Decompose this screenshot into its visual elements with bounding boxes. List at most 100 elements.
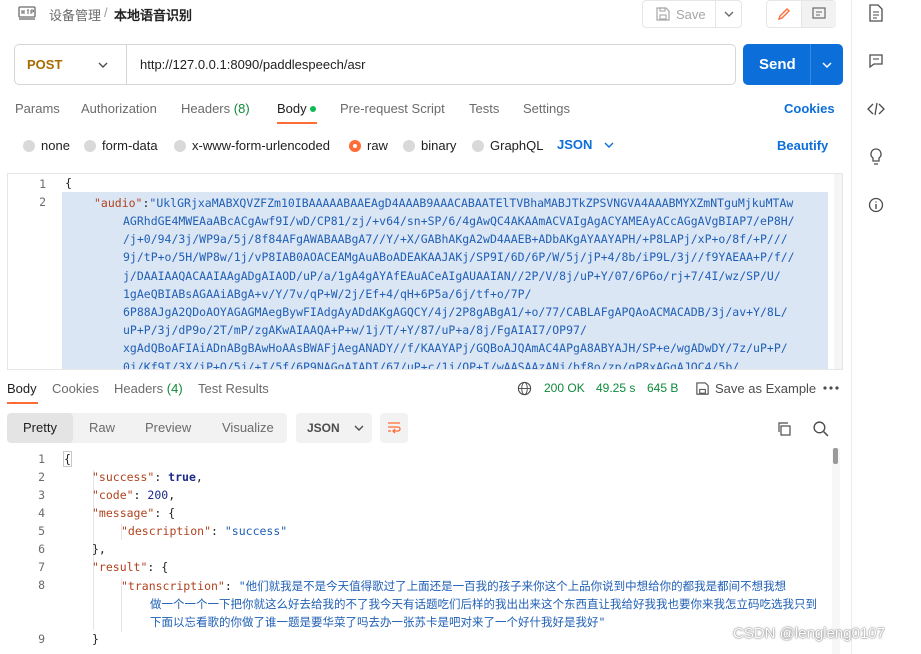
view-visualize[interactable]: Visualize (222, 420, 274, 435)
pencil-icon (777, 8, 790, 21)
globe-icon[interactable] (517, 381, 532, 396)
status-code[interactable]: 200 OK (544, 381, 585, 395)
json-line-close-message: }, (92, 542, 106, 556)
response-format-label: JSON (307, 421, 340, 435)
radio-raw[interactable]: raw (349, 138, 388, 153)
radio-dot (84, 139, 96, 152)
audio-value-line: 6P88AJgA2QDoAOYAGAGMAegBywFIAdgAyADdAKgA… (123, 305, 788, 320)
json-key: "description" (121, 524, 212, 538)
tab-settings[interactable]: Settings (523, 101, 570, 116)
tab-params[interactable]: Params (15, 101, 60, 116)
radio-graphql[interactable]: GraphQL (472, 138, 543, 153)
view-preview[interactable]: Preview (145, 420, 191, 435)
search-icon[interactable] (812, 420, 829, 437)
line-number: 1 (39, 177, 46, 191)
lightbulb-icon (870, 148, 882, 165)
radio-form-data[interactable]: form-data (84, 138, 158, 153)
json-key: "transcription" (121, 579, 225, 593)
radio-dot (472, 139, 484, 152)
http-request-icon (18, 6, 36, 20)
line-number: 5 (38, 524, 45, 538)
code-snippet-button[interactable] (867, 100, 885, 118)
response-format-select[interactable]: JSON (296, 413, 372, 443)
body-format-select[interactable]: JSON (557, 137, 615, 152)
response-scrollbar-track[interactable] (832, 448, 840, 654)
body-modified-indicator (310, 106, 316, 112)
audio-key: "audio" (94, 196, 143, 210)
radio-raw-label: raw (367, 138, 388, 153)
save-as-example-button[interactable]: Save as Example (715, 381, 816, 396)
active-tab-underline (7, 402, 38, 404)
tab-headers-label: Headers (181, 101, 231, 116)
response-scrollbar-thumb[interactable] (833, 448, 838, 464)
json-key: "code" (92, 488, 134, 502)
response-tab-test-results[interactable]: Test Results (198, 381, 269, 396)
copy-icon[interactable] (776, 421, 792, 437)
json-line-message: "message": { (92, 506, 176, 520)
response-size[interactable]: 645 B (647, 381, 678, 395)
save-split-divider (715, 1, 716, 27)
line-number: 1 (38, 452, 45, 466)
breadcrumb-current[interactable]: 本地语音识别 (114, 5, 192, 24)
breadcrumb-parent[interactable]: 设备管理 (49, 5, 101, 24)
response-body-viewer[interactable]: 1 2 3 4 5 6 7 8 9 { "success": true, "co… (7, 448, 843, 654)
json-value: "success" (224, 524, 288, 538)
editor-scrollbar[interactable] (834, 174, 842, 369)
json-key: "message" (92, 506, 155, 520)
radio-dot (349, 139, 361, 152)
line-number: 7 (38, 560, 45, 574)
more-options-icon[interactable] (823, 385, 839, 391)
info-button[interactable] (867, 196, 885, 214)
response-view-switcher: Pretty Raw Preview Visualize (7, 413, 287, 443)
comments-sidebar-button[interactable] (867, 52, 885, 70)
audio-value-line: j/DAAIAAQACAAIAAgADgAIAOD/uP/a/1gA4gAYAf… (123, 268, 781, 283)
audio-value-line: 1gAeQBIABsAGAAiABgA+v/Y/7v/qP+W/2j/Ef+4/… (123, 286, 532, 301)
view-pretty[interactable]: Pretty (23, 420, 57, 435)
response-tab-cookies[interactable]: Cookies (52, 381, 99, 396)
active-tab-underline (277, 122, 317, 124)
chevron-down-icon[interactable] (821, 59, 833, 71)
radio-none[interactable]: none (23, 138, 70, 153)
line-number: 3 (38, 488, 45, 502)
line-number: 8 (38, 578, 45, 592)
send-button[interactable]: Send (743, 44, 843, 85)
response-tab-body[interactable]: Body (7, 381, 37, 396)
url-input[interactable] (126, 44, 736, 85)
method-select[interactable]: POST (14, 44, 126, 85)
tab-body[interactable]: Body (277, 101, 307, 116)
documentation-button[interactable] (867, 4, 885, 22)
related-button[interactable] (867, 148, 885, 166)
line-number: 4 (38, 506, 45, 520)
chevron-down-icon[interactable] (723, 8, 735, 20)
line-number: 6 (38, 542, 45, 556)
line-number: 2 (38, 470, 45, 484)
view-raw[interactable]: Raw (89, 420, 115, 435)
edit-button[interactable] (767, 1, 802, 27)
save-icon[interactable] (695, 381, 710, 396)
json-line-success: "success": true, (92, 470, 203, 484)
save-label: Save (676, 6, 706, 22)
cookies-link[interactable]: Cookies (784, 101, 835, 116)
audio-value-start: "UklGRjxaMABXQVZFZm10IBAAAAABAAEAgD4AAAB… (149, 196, 794, 210)
comments-button[interactable] (802, 1, 836, 27)
tab-headers[interactable]: Headers (8) (181, 101, 250, 116)
comment-icon (869, 54, 883, 69)
response-tab-headers[interactable]: Headers (4) (114, 381, 183, 396)
beautify-link[interactable]: Beautify (777, 138, 828, 153)
wrap-lines-button[interactable] (380, 413, 408, 443)
json-open-brace: { (65, 176, 72, 190)
radio-none-label: none (41, 138, 70, 153)
radio-urlencoded[interactable]: x-www-form-urlencoded (174, 138, 330, 153)
breadcrumb-separator: / (104, 5, 108, 20)
radio-binary[interactable]: binary (403, 138, 456, 153)
response-tab-headers-count: (4) (166, 381, 183, 396)
tab-prerequest-script[interactable]: Pre-request Script (340, 101, 445, 116)
save-button[interactable]: Save (642, 0, 742, 28)
json-value-wrapped: 下面以忘看歌的你做了谁一题是要华菜了吗去办一张苏卡是吧对来了一个好什我好是我好" (150, 615, 606, 629)
response-time[interactable]: 49.25 s (596, 381, 635, 395)
json-line-result: "result": { (92, 560, 169, 574)
tab-tests[interactable]: Tests (469, 101, 499, 116)
tab-authorization[interactable]: Authorization (81, 101, 157, 116)
radio-binary-label: binary (421, 138, 457, 153)
request-body-editor[interactable]: 1 2 { "audio":"UklGRjxaMABXQVZFZm10IBAAA… (7, 173, 843, 370)
